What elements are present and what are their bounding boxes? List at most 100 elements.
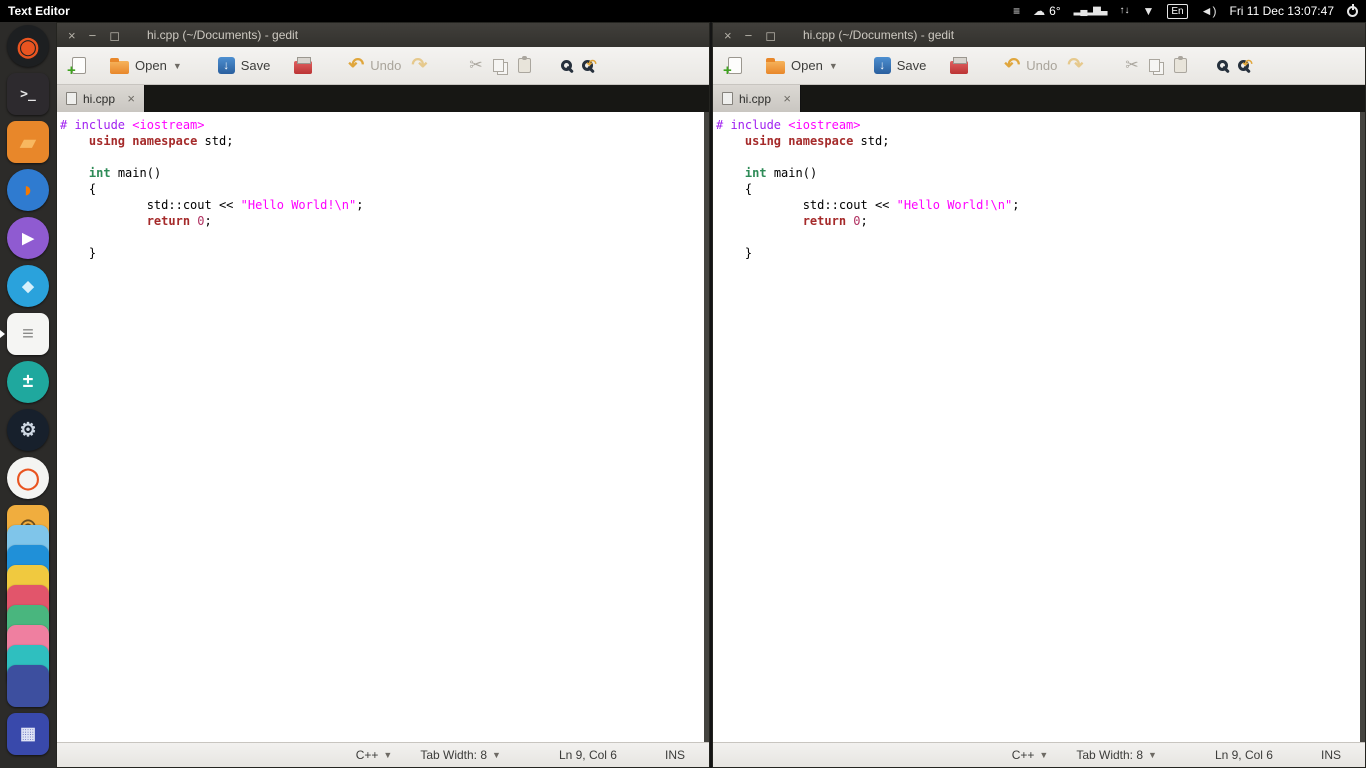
weather-indicator[interactable]: ☁ 6° [1033,4,1060,18]
chevron-down-icon: ▼ [828,60,838,71]
session-menu-icon[interactable] [1347,3,1358,17]
volume-icon[interactable]: ◄) [1201,5,1217,17]
tab-hicpp[interactable]: hi.cpp × [57,85,145,112]
chevron-down-icon: ▼ [383,750,393,760]
tab-close-icon[interactable]: × [783,91,791,106]
clock[interactable]: Fri 11 Dec 13:07:47 [1229,4,1334,18]
maximize-button[interactable]: ◻ [109,29,120,42]
firefox-icon: ◗ [7,169,49,211]
search-icon [1216,60,1228,71]
window-controls: × − ◻ [57,29,120,42]
print-button[interactable] [289,55,317,77]
titlebar[interactable]: × − ◻ hi.cpp (~/Documents) - gedit [57,23,709,47]
tab-close-icon[interactable]: × [127,91,135,106]
find-replace-icon: ↶ [581,57,597,71]
wifi-icon[interactable]: ▼ [1142,5,1154,17]
save-button[interactable]: ↓ Save [869,54,932,77]
save-button[interactable]: ↓ Save [213,54,276,77]
launcher-item-workspaces[interactable]: ▦ [0,710,56,758]
file-icon [66,92,77,105]
new-document-icon [723,57,742,79]
launcher-item-software-center[interactable]: ◯ [0,454,56,502]
language-selector[interactable]: C++ ▼ [356,748,393,762]
tab-bar: hi.cpp × [57,85,709,112]
scrollbar[interactable] [704,112,709,742]
code-content: # include <iostream> using namespace std… [716,118,1020,260]
tab-width-selector[interactable]: Tab Width: 8 ▼ [1076,748,1157,762]
chevron-down-icon: ▼ [172,60,182,71]
new-document-button[interactable] [67,54,91,79]
launcher-item-terminal[interactable]: >_ [0,70,56,118]
launcher-item-water-drop[interactable]: ◆ [0,262,56,310]
redo-button[interactable]: ↷ [406,53,432,78]
tab-width-selector[interactable]: Tab Width: 8 ▼ [420,748,501,762]
open-button[interactable]: Open ▼ [105,54,187,77]
scrollbar[interactable] [1360,112,1365,742]
status-bar: C++ ▼ Tab Width: 8 ▼ Ln 9, Col 6 INS [57,742,709,767]
cut-button[interactable]: ✂ [464,55,487,77]
undo-label: Undo [1026,58,1058,73]
status-bar: C++ ▼ Tab Width: 8 ▼ Ln 9, Col 6 INS [713,742,1365,767]
launcher-item-calculator[interactable]: ± [0,358,56,406]
open-label: Open [135,58,167,73]
input-mode: INS [664,748,685,762]
file-icon [722,92,733,105]
open-label: Open [791,58,823,73]
launcher-item-videos[interactable]: ▶ [0,214,56,262]
launcher-item-text-editor[interactable]: ≡ [0,310,56,358]
tab-label: hi.cpp [83,91,116,106]
window-title: hi.cpp (~/Documents) - gedit [802,28,955,42]
paste-button[interactable] [1169,55,1192,76]
copy-button[interactable] [488,56,513,75]
search-icon [560,60,572,71]
launcher-item-files[interactable]: ▰ [0,118,56,166]
minimize-button[interactable]: − [745,29,753,42]
undo-button[interactable]: ↶ Undo [999,53,1062,78]
print-icon [950,56,969,74]
system-monitor-icon[interactable]: ▂▄▂▆▃ [1074,6,1108,16]
launcher-item-stack-8[interactable] [0,662,56,710]
cut-icon: ✂ [1125,56,1139,74]
print-button[interactable] [945,55,973,77]
gedit-window-left: × − ◻ hi.cpp (~/Documents) - gedit Open … [56,22,710,768]
replace-button[interactable]: ↶ [1233,57,1254,74]
tab-hicpp[interactable]: hi.cpp × [713,85,801,112]
launcher-item-ubuntu[interactable]: ◉ [0,22,56,70]
minimize-button[interactable]: − [89,29,97,42]
desktop: Text Editor ≡ ☁ 6° ▂▄▂▆▃ ↑↓ ▼ En ◄) Fri … [0,0,1366,768]
keyboard-indicator[interactable]: En [1167,3,1188,19]
launcher-item-steam[interactable]: ⚙ [0,406,56,454]
titlebar[interactable]: × − ◻ hi.cpp (~/Documents) - gedit [713,23,1365,47]
find-replace-icon: ↶ [1237,57,1253,71]
text-area[interactable]: # include <iostream> using namespace std… [57,112,709,742]
close-button[interactable]: × [68,29,76,42]
terminal-icon: >_ [7,73,49,115]
redo-icon: ↷ [1067,55,1084,76]
active-app-title: Text Editor [8,4,70,18]
maximize-button[interactable]: ◻ [765,29,776,42]
chevron-down-icon: ▼ [1148,750,1157,760]
text-area[interactable]: # include <iostream> using namespace std… [713,112,1365,742]
network-traffic-icon[interactable]: ↑↓ [1119,6,1129,16]
cursor-position: Ln 9, Col 6 [1214,748,1273,762]
language-selector[interactable]: C++ ▼ [1012,748,1049,762]
close-button[interactable]: × [724,29,732,42]
replace-button[interactable]: ↶ [577,57,598,74]
workspaces-icon: ▦ [7,713,49,755]
copy-button[interactable] [1144,56,1169,75]
new-document-button[interactable] [723,54,747,79]
find-button[interactable] [1212,57,1233,74]
open-folder-icon [766,58,785,74]
launcher-item-firefox[interactable]: ◗ [0,166,56,214]
find-button[interactable] [556,57,577,74]
save-label: Save [896,58,927,73]
cut-button[interactable]: ✂ [1120,55,1143,77]
redo-button[interactable]: ↷ [1062,53,1088,78]
software-center-icon: ◯ [7,457,49,499]
undo-button[interactable]: ↶ Undo [343,53,406,78]
paste-button[interactable] [513,55,536,76]
messaging-menu-icon[interactable]: ≡ [1013,5,1020,17]
cut-icon: ✂ [469,56,483,74]
window-title: hi.cpp (~/Documents) - gedit [146,28,299,42]
open-button[interactable]: Open ▼ [761,54,843,77]
